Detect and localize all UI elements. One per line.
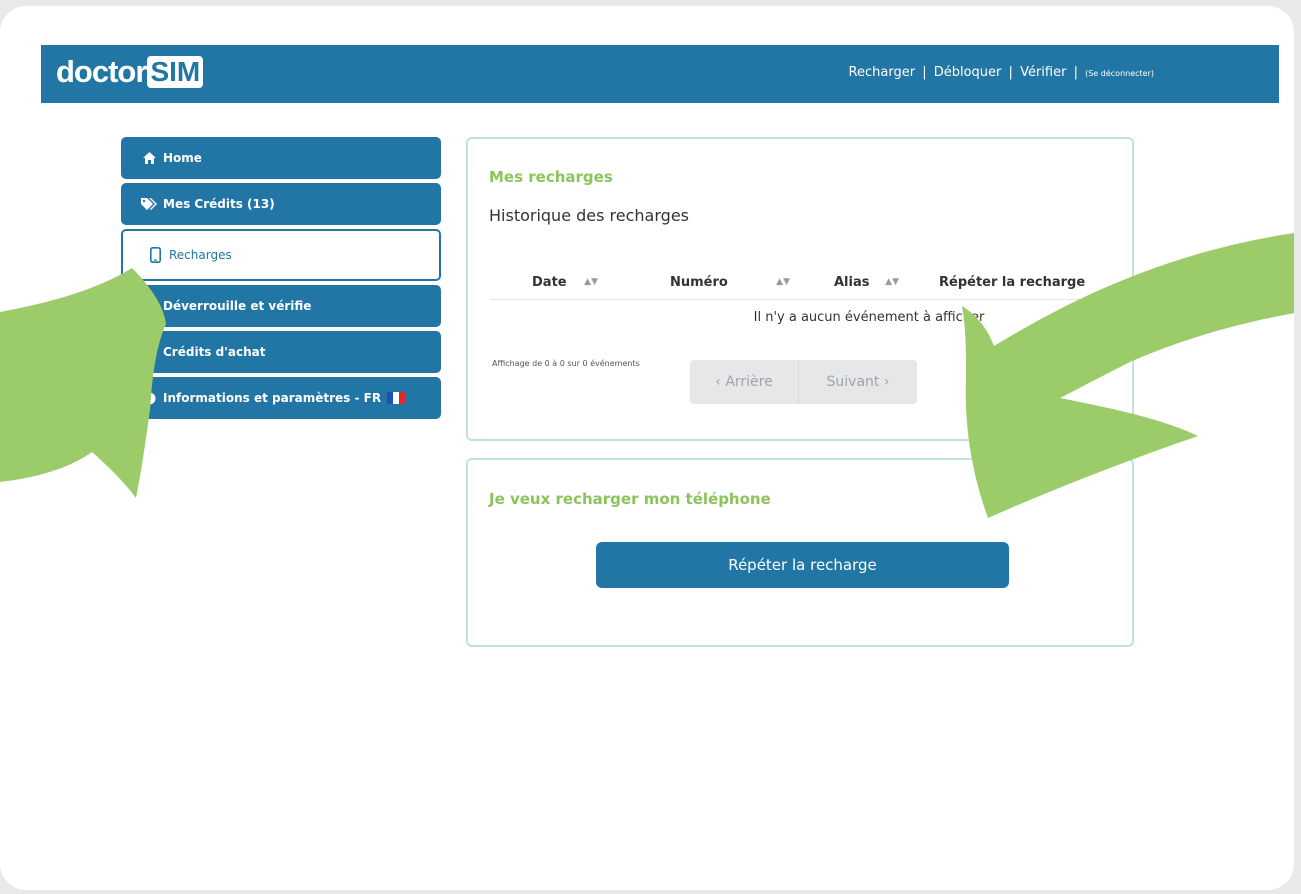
cart-icon	[141, 345, 157, 359]
sort-icon: ▲▼	[584, 277, 598, 287]
column-header-date[interactable]: Date ▲▼	[490, 265, 608, 299]
mes-recharges-panel: Mes recharges Historique des recharges D…	[466, 137, 1134, 441]
sort-icon: ▲▼	[885, 277, 899, 287]
sidebar-item-label: Mes Crédits (13)	[163, 197, 275, 211]
home-icon	[141, 152, 157, 164]
column-label: Date	[532, 274, 567, 290]
sidebar-item-mes-credits[interactable]: Mes Crédits (13)	[121, 183, 441, 225]
nav-recharger-link[interactable]: Recharger	[849, 65, 916, 80]
top-header-bar: doctor SIM Recharger | Débloquer | Vérifi…	[41, 45, 1279, 103]
sidebar-item-label: Déverrouille et vérifie	[163, 299, 312, 313]
logo-text: doctor	[56, 54, 147, 89]
recharges-table: Date ▲▼ Numéro ▲▼ Alias ▲▼ Répéter la re…	[490, 265, 1088, 334]
table-header: Date ▲▼ Numéro ▲▼ Alias ▲▼ Répéter la re…	[490, 265, 1088, 300]
sidebar-item-deverrouille[interactable]: Déverrouille et vérifie	[121, 285, 441, 327]
column-label: Alias	[834, 274, 870, 290]
column-header-repeter: Répéter la recharge	[909, 265, 1088, 299]
pager-next-button[interactable]: Suivant ›	[799, 360, 917, 404]
doctorsim-logo[interactable]: doctor SIM	[56, 52, 204, 92]
sidebar-item-informations[interactable]: Informations et paramètres - FR	[121, 377, 441, 419]
nav-verifier-link[interactable]: Vérifier	[1020, 65, 1066, 80]
recharge-phone-panel: Je veux recharger mon téléphone Répéter …	[466, 458, 1134, 647]
repeat-recharge-button[interactable]: Répéter la recharge	[596, 542, 1009, 588]
nav-debloquer-link[interactable]: Débloquer	[934, 65, 1002, 80]
panel-title: Je veux recharger mon téléphone	[489, 490, 771, 508]
nav-separator: |	[922, 65, 927, 80]
sidebar-item-recharges[interactable]: Recharges	[121, 229, 441, 281]
top-nav: Recharger | Débloquer | Vérifier | (Se d…	[849, 65, 1154, 80]
logo-box: SIM	[147, 56, 204, 88]
sidebar-item-label: Crédits d'achat	[163, 345, 266, 359]
sidebar-item-home[interactable]: Home	[121, 137, 441, 179]
pagination: ‹ Arrière Suivant ›	[690, 360, 917, 404]
france-flag-icon	[387, 392, 406, 404]
column-header-alias[interactable]: Alias ▲▼	[800, 265, 909, 299]
column-header-numero[interactable]: Numéro ▲▼	[608, 265, 800, 299]
sidebar: Home Mes Crédits (13) Recharges Déverrou…	[121, 137, 441, 423]
column-label: Numéro	[670, 274, 728, 290]
screenshot-card: doctor SIM Recharger | Débloquer | Vérifi…	[0, 6, 1294, 890]
nav-logout-link[interactable]: (Se déconnecter)	[1085, 69, 1154, 78]
column-label: Répéter la recharge	[939, 274, 1086, 290]
sort-icon: ▲▼	[776, 277, 790, 287]
tags-icon	[141, 198, 157, 210]
sidebar-item-label: Informations et paramètres - FR	[163, 391, 382, 405]
table-info: Affichage de 0 à 0 sur 0 événements	[492, 359, 640, 368]
info-icon	[141, 392, 157, 405]
sidebar-item-credits-achat[interactable]: Crédits d'achat	[121, 331, 441, 373]
nav-separator: |	[1008, 65, 1013, 80]
panel-subtitle: Historique des recharges	[489, 206, 689, 225]
nav-separator: |	[1073, 65, 1078, 80]
sidebar-item-label: Recharges	[169, 248, 232, 262]
table-empty-message: Il n'y a aucun événement à afficher	[753, 309, 985, 325]
mobile-icon	[147, 247, 163, 263]
sidebar-item-label: Home	[163, 151, 202, 165]
pager-prev-button[interactable]: ‹ Arrière	[690, 360, 799, 404]
panel-title: Mes recharges	[489, 168, 613, 186]
unlock-icon	[141, 299, 157, 313]
